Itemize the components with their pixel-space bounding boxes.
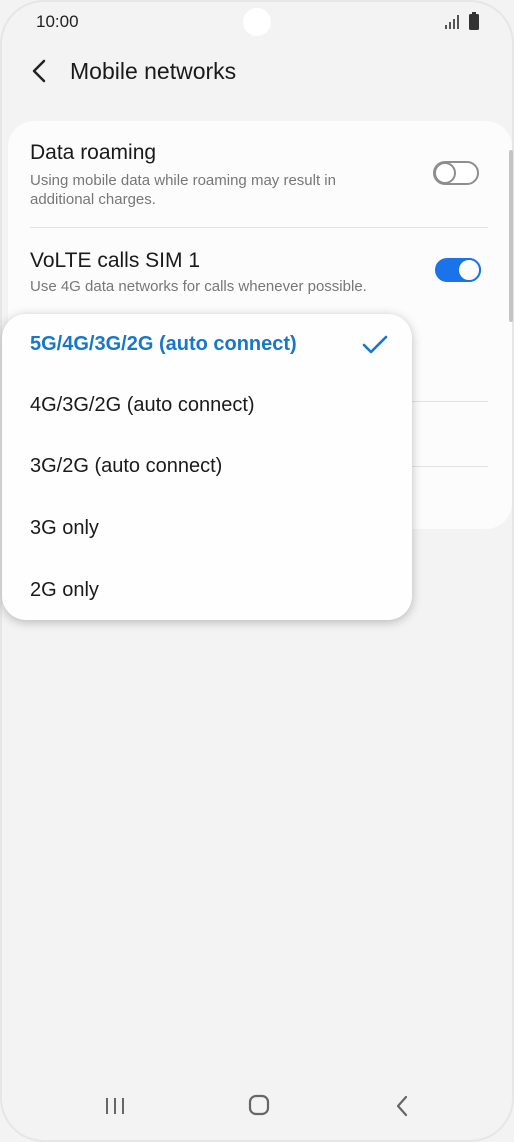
back-arrow-icon[interactable]: [28, 56, 52, 86]
divider: [408, 466, 488, 467]
menu-option-3g-only[interactable]: 3G only: [2, 499, 412, 559]
front-camera: [243, 8, 271, 36]
divider: [408, 401, 488, 402]
setting-title: VoLTE calls SIM 1: [30, 249, 201, 272]
scrollbar[interactable]: [509, 150, 513, 322]
toggle-knob: [434, 162, 456, 184]
status-bar: 10:00: [0, 0, 514, 44]
status-time: 10:00: [36, 12, 79, 31]
option-label: 4G/3G/2G (auto connect): [30, 394, 255, 416]
battery-icon: [469, 12, 479, 30]
option-label: 3G only: [30, 517, 99, 539]
data-roaming-toggle[interactable]: [433, 161, 479, 185]
option-label: 2G only: [30, 579, 99, 601]
navigation-bar: [0, 1080, 514, 1130]
nav-home-icon[interactable]: [248, 1094, 270, 1116]
menu-option-2g-only[interactable]: 2G only: [2, 561, 412, 621]
option-label: 3G/2G (auto connect): [30, 455, 223, 477]
volte-toggle[interactable]: [435, 258, 481, 282]
option-label: 5G/4G/3G/2G (auto connect): [30, 333, 297, 355]
signal-icon: [445, 15, 459, 29]
menu-option-4g-3g-2g[interactable]: 4G/3G/2G (auto connect): [2, 376, 412, 436]
check-icon: [362, 335, 388, 354]
nav-recents-icon[interactable]: [104, 1096, 126, 1116]
setting-description: Using mobile data while roaming may resu…: [30, 172, 336, 208]
setting-title: Data roaming: [30, 141, 157, 164]
menu-option-5g-4g-3g-2g[interactable]: 5G/4G/3G/2G (auto connect): [2, 315, 412, 375]
page-title: Mobile networks: [70, 58, 237, 84]
toggle-knob: [457, 258, 481, 282]
nav-back-icon[interactable]: [394, 1094, 410, 1118]
setting-description: Use 4G data networks for calls whenever …: [30, 278, 367, 295]
menu-option-3g-2g[interactable]: 3G/2G (auto connect): [2, 437, 412, 497]
network-mode-menu: 5G/4G/3G/2G (auto connect) 4G/3G/2G (aut…: [2, 314, 412, 620]
divider: [30, 227, 488, 228]
